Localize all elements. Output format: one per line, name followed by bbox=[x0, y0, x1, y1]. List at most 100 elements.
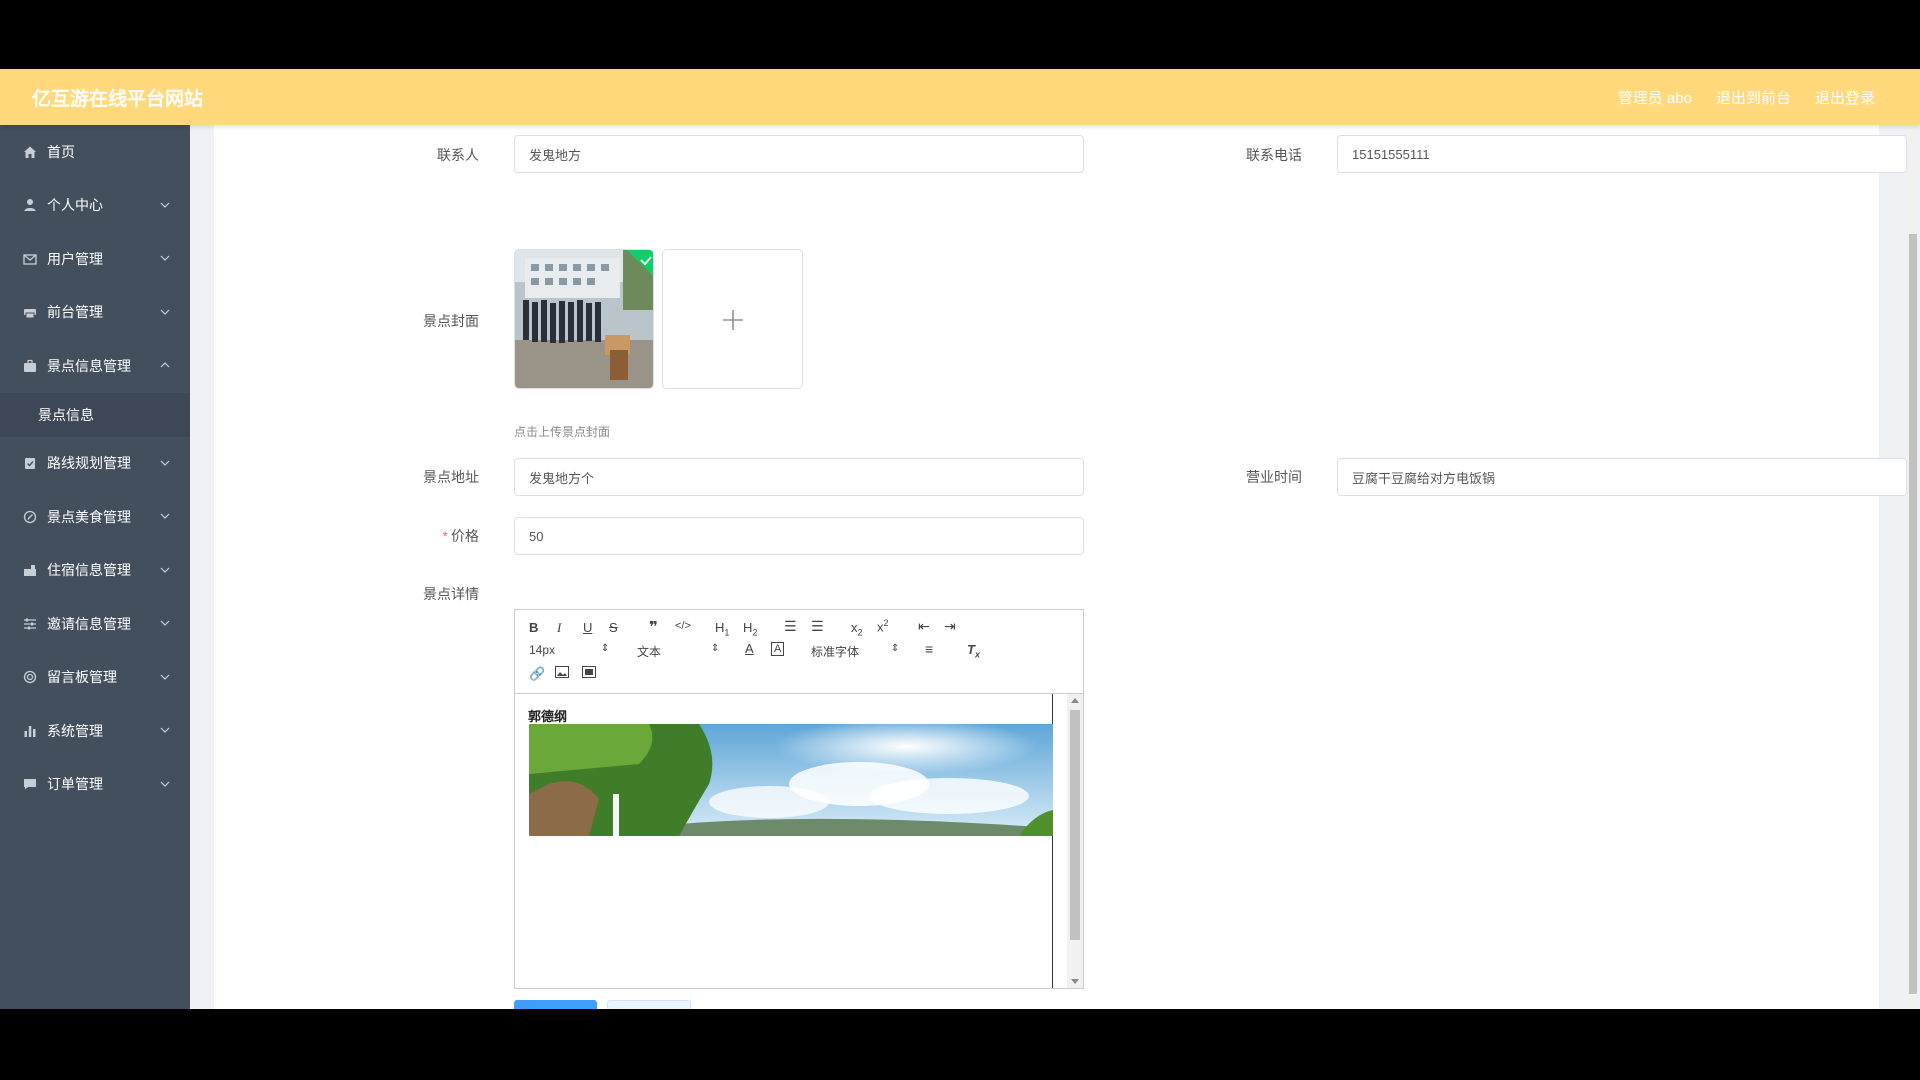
cover-label: 景点封面 bbox=[423, 313, 479, 329]
sidebar-item-label: 邀请信息管理 bbox=[47, 615, 131, 632]
superscript-button[interactable]: x2 bbox=[877, 618, 889, 634]
sidebar-item-system[interactable]: 系统管理 bbox=[0, 704, 190, 758]
chevron-updown-icon: ⇕ bbox=[601, 643, 610, 654]
chevron-down-icon bbox=[160, 202, 170, 208]
scroll-down-arrow-icon[interactable] bbox=[1071, 979, 1079, 984]
rich-text-editor: B I U S ❞ </> H1 H2 ☰ ☰ x2 x2 ⇤ ⇥ 14px ⇕ bbox=[514, 609, 1084, 989]
cover-hint: 点击上传景点封面 bbox=[514, 425, 611, 439]
sidebar-item-label: 景点美食管理 bbox=[47, 508, 131, 525]
scroll-up-arrow-icon[interactable] bbox=[1071, 698, 1079, 703]
price-label: * 价格 bbox=[214, 526, 479, 546]
sidebar-item-lodging[interactable]: 住宿信息管理 bbox=[0, 544, 190, 598]
cancel-button[interactable]: 取消 bbox=[607, 1000, 691, 1009]
font-color-button[interactable]: A bbox=[745, 641, 754, 656]
sidebar-subitem-spot-info[interactable]: 景点信息 bbox=[0, 392, 190, 437]
underline-button[interactable]: U bbox=[583, 620, 592, 635]
submit-button[interactable]: 提交 bbox=[514, 1000, 597, 1009]
sidebar: 首页 个人中心 用户管理 前台管理 景点信息管理 景点信息 路线规划管理 景点美… bbox=[0, 125, 190, 1009]
sidebar-item-profile[interactable]: 个人中心 bbox=[0, 179, 190, 233]
page-scrollbar[interactable] bbox=[1908, 69, 1918, 1009]
message-icon bbox=[23, 777, 37, 791]
chevron-down-icon bbox=[160, 460, 170, 466]
image-icon[interactable] bbox=[555, 666, 569, 681]
sidebar-item-orders[interactable]: 订单管理 bbox=[0, 758, 190, 812]
chevron-down-icon bbox=[160, 255, 170, 261]
blockquote-icon[interactable]: ❞ bbox=[649, 618, 658, 636]
sidebar-item-label: 留言板管理 bbox=[47, 669, 117, 686]
logout-link[interactable]: 退出登录 bbox=[1815, 87, 1875, 108]
font-family-select[interactable]: 标准字体 bbox=[811, 643, 859, 660]
chevron-up-icon bbox=[160, 362, 170, 368]
building-icon bbox=[23, 563, 37, 577]
indent-icon[interactable]: ⇥ bbox=[944, 618, 956, 635]
help-icon bbox=[23, 670, 37, 684]
sidebar-item-spots[interactable]: 景点信息管理 bbox=[0, 339, 190, 393]
detail-label: 景点详情 bbox=[423, 586, 479, 602]
subscript-button[interactable]: x2 bbox=[851, 620, 863, 638]
hours-label: 营业时间 bbox=[1246, 469, 1302, 485]
cover-thumbnail[interactable] bbox=[514, 249, 654, 389]
chevron-down-icon bbox=[160, 309, 170, 315]
bold-button[interactable]: B bbox=[529, 620, 538, 635]
main-content: 联系人 发鬼地方 联系电话 15151555111 景点封面 点击上传景点封面 … bbox=[190, 125, 1920, 1009]
sidebar-item-routes[interactable]: 路线规划管理 bbox=[0, 437, 190, 491]
code-block-icon[interactable]: </> bbox=[675, 620, 691, 632]
sidebar-item-messages[interactable]: 留言板管理 bbox=[0, 651, 190, 705]
header-links: 管理员 abo 退出到前台 退出登录 bbox=[1618, 87, 1875, 108]
sidebar-item-frontend[interactable]: 前台管理 bbox=[0, 286, 190, 340]
italic-button[interactable]: I bbox=[557, 620, 561, 636]
browser-viewport: 亿互游在线平台网站 管理员 abo 退出到前台 退出登录 首页 个人中心 用户管… bbox=[0, 69, 1920, 1009]
editor-scrollbar-thumb[interactable] bbox=[1070, 710, 1080, 940]
sidebar-item-users[interactable]: 用户管理 bbox=[0, 232, 190, 286]
sidebar-subitem-label: 景点信息 bbox=[38, 406, 94, 423]
sidebar-item-food[interactable]: 景点美食管理 bbox=[0, 490, 190, 544]
editor-content[interactable]: 郭德纲 bbox=[515, 694, 1053, 988]
spot-form-card: 联系人 发鬼地方 联系电话 15151555111 景点封面 点击上传景点封面 … bbox=[214, 125, 1907, 1009]
video-icon[interactable] bbox=[582, 666, 596, 681]
editor-scrollbar[interactable] bbox=[1067, 694, 1083, 988]
site-title: 亿互游在线平台网站 bbox=[32, 89, 204, 110]
ordered-list-icon[interactable]: ☰ bbox=[784, 618, 797, 635]
compass-icon bbox=[23, 510, 37, 524]
price-label-text: 价格 bbox=[451, 528, 479, 544]
font-size-select[interactable]: 14px bbox=[529, 643, 555, 657]
page-scrollbar-thumb[interactable] bbox=[1909, 234, 1917, 994]
header2-button[interactable]: H2 bbox=[743, 620, 757, 638]
admin-user-label: 管理员 abo bbox=[1617, 90, 1692, 107]
header-select[interactable]: 文本 bbox=[637, 643, 661, 660]
header1-button[interactable]: H1 bbox=[715, 620, 729, 638]
outdent-icon[interactable]: ⇤ bbox=[918, 618, 930, 635]
mail-icon bbox=[23, 252, 37, 266]
content-landscape-image bbox=[529, 724, 1053, 836]
chevron-down-icon bbox=[160, 513, 170, 519]
sidebar-item-label: 用户管理 bbox=[47, 250, 103, 267]
upload-cover-button[interactable] bbox=[662, 249, 803, 389]
link-icon[interactable]: 🔗 bbox=[529, 666, 545, 682]
price-input[interactable]: 50 bbox=[514, 517, 1084, 555]
sidebar-item-label: 前台管理 bbox=[47, 304, 103, 321]
sidebar-item-label: 住宿信息管理 bbox=[47, 562, 131, 579]
back-to-front-link[interactable]: 退出到前台 bbox=[1716, 87, 1791, 108]
bar-chart-icon bbox=[23, 724, 37, 738]
sliders-icon bbox=[23, 617, 37, 631]
top-header: 亿互游在线平台网站 管理员 abo 退出到前台 退出登录 bbox=[0, 69, 1920, 125]
sidebar-item-label: 路线规划管理 bbox=[47, 455, 131, 472]
clear-format-icon[interactable]: Tx bbox=[967, 642, 980, 660]
bullet-list-icon[interactable]: ☰ bbox=[811, 618, 824, 635]
home-icon bbox=[23, 145, 37, 159]
editor-toolbar: B I U S ❞ </> H1 H2 ☰ ☰ x2 x2 ⇤ ⇥ 14px ⇕ bbox=[515, 610, 1083, 694]
chevron-updown-icon: ⇕ bbox=[891, 643, 900, 654]
chevron-down-icon bbox=[160, 620, 170, 626]
phone-input[interactable]: 15151555111 bbox=[1337, 135, 1907, 173]
align-left-icon[interactable]: ≡ bbox=[925, 641, 933, 657]
background-color-button[interactable]: A bbox=[771, 642, 785, 656]
briefcase-icon bbox=[23, 359, 37, 373]
content-heading: 郭德纲 bbox=[528, 709, 568, 724]
chevron-down-icon bbox=[160, 781, 170, 787]
sidebar-item-label: 个人中心 bbox=[47, 197, 103, 214]
sidebar-item-invites[interactable]: 邀请信息管理 bbox=[0, 597, 190, 651]
chevron-down-icon bbox=[160, 727, 170, 733]
strike-button[interactable]: S bbox=[609, 620, 618, 635]
sidebar-item-home[interactable]: 首页 bbox=[0, 125, 190, 179]
hours-input[interactable]: 豆腐干豆腐给对方电饭锅 bbox=[1337, 458, 1907, 496]
